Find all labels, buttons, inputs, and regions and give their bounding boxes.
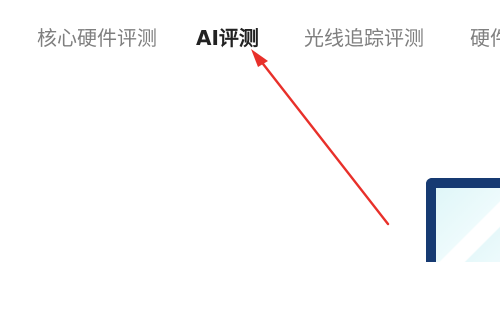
illustration-mask xyxy=(420,262,500,330)
annotation-arrow-shaft xyxy=(258,58,390,226)
page: 核心硬件评测 AI评测 光线追踪评测 硬件 xyxy=(0,0,500,330)
tab-core-hardware-review[interactable]: 核心硬件评测 xyxy=(37,22,157,54)
category-tabs: 核心硬件评测 AI评测 光线追踪评测 硬件 xyxy=(0,22,500,58)
tab-ray-tracing-review[interactable]: 光线追踪评测 xyxy=(304,22,424,54)
tab-ai-review[interactable]: AI评测 xyxy=(196,22,259,54)
tab-hardware-more[interactable]: 硬件 xyxy=(470,22,500,54)
